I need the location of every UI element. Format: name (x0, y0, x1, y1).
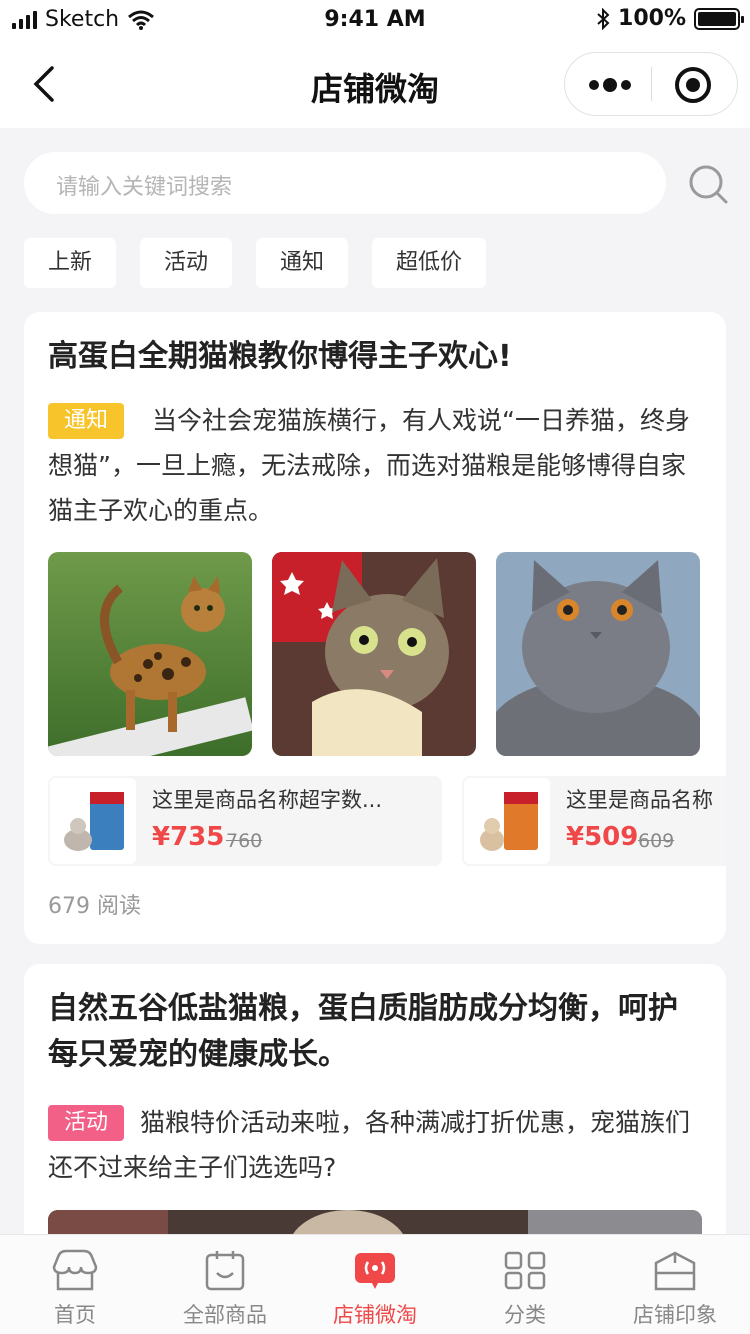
tab-store-impression[interactable]: 店铺印象 (600, 1235, 750, 1334)
bag-icon (205, 1251, 245, 1291)
product-name: 这里是商品名称超字数... (152, 788, 383, 812)
status-bar: Sketch 9:41 AM 100% (0, 0, 750, 40)
read-count: 679 阅读 (48, 894, 141, 919)
tab-home[interactable]: 首页 (0, 1235, 150, 1334)
product-card[interactable]: 这里是商品名称 ¥509 609 (462, 776, 726, 866)
battery-icon (694, 7, 744, 30)
store-icon (52, 1249, 98, 1291)
battery-percent: 100% (618, 6, 686, 31)
cat-photo-bengal[interactable] (48, 552, 252, 756)
tag-low-price[interactable]: 超低价 (372, 238, 487, 288)
cat-photo-british-shorthair[interactable] (496, 552, 700, 756)
tab-bar: 首页 全部商品 店铺微淘 分类 店铺印象 (0, 1234, 750, 1334)
tab-label: 店铺印象 (633, 1303, 717, 1327)
post-desc-text: 猫粮特价活动来啦，各种满减打折优惠，宠猫族们还不过来给主子们选选吗? (48, 1108, 691, 1182)
post-title: 高蛋白全期猫粮教你博得主子欢心! (48, 339, 512, 374)
tab-all-products[interactable]: 全部商品 (150, 1235, 300, 1334)
cat-photo-tabby[interactable] (272, 552, 476, 756)
search-icon[interactable] (686, 162, 730, 206)
miniprogram-capsule (564, 52, 738, 116)
store-impression-icon (654, 1251, 696, 1291)
tag-notice[interactable]: 通知 (256, 238, 349, 288)
tab-store-feed[interactable]: 店铺微淘 (300, 1235, 450, 1334)
capsule-divider (651, 67, 652, 101)
product-price: ¥509 (566, 822, 639, 852)
category-icon (504, 1251, 546, 1290)
product-name: 这里是商品名称 (566, 788, 713, 812)
product-card[interactable]: 这里是商品名称超字数... ¥735 760 (48, 776, 442, 866)
tag-activity[interactable]: 活动 (140, 238, 233, 288)
post-photos (48, 552, 700, 756)
product-price: ¥735 (152, 822, 225, 852)
product-original-price: 609 (638, 830, 675, 852)
bluetooth-icon (597, 7, 610, 30)
product-original-price: 760 (226, 830, 263, 852)
close-miniprogram-icon[interactable] (675, 67, 711, 103)
tag-new[interactable]: 上新 (24, 238, 117, 288)
status-right: 100% (596, 6, 744, 31)
tab-label: 全部商品 (183, 1303, 267, 1327)
cat-food-thumbnail (50, 778, 136, 864)
tab-label: 首页 (54, 1303, 96, 1327)
post-description: 通知 当今社会宠猫族横行，有人戏说“一日养猫，终身想猫”，一旦上瘾，无法戒除，而选… (48, 398, 702, 533)
broadcast-icon (355, 1253, 395, 1289)
post-card[interactable]: 高蛋白全期猫粮教你博得主子欢心! 通知 当今社会宠猫族横行，有人戏说“一日养猫，终… (24, 312, 726, 944)
nav-bar: 店铺微淘 (0, 40, 750, 128)
product-list: 这里是商品名称超字数... ¥735 760 这里是商品名称 ¥509 609 (48, 776, 726, 866)
search-placeholder: 请输入关键词搜索 (56, 175, 233, 200)
notice-badge: 通知 (48, 403, 125, 439)
filter-tags: 上新 活动 通知 超低价 (24, 238, 487, 288)
post-card[interactable]: 自然五谷低盐猫粮，蛋白质脂肪成分均衡，呵护每只爱宠的健康成长。 活动 猫粮特价活动… (24, 964, 726, 1264)
tab-category[interactable]: 分类 (450, 1235, 600, 1334)
tab-label: 分类 (504, 1303, 546, 1327)
post-desc-text: 当今社会宠猫族横行，有人戏说“一日养猫，终身想猫”，一旦上瘾，无法戒除，而选对猫… (48, 406, 690, 525)
post-description: 活动 猫粮特价活动来啦，各种满减打折优惠，宠猫族们还不过来给主子们选选吗? (48, 1100, 702, 1190)
more-dots-icon[interactable] (565, 53, 651, 115)
search-input[interactable]: 请输入关键词搜索 (24, 152, 666, 214)
post-title: 自然五谷低盐猫粮，蛋白质脂肪成分均衡，呵护每只爱宠的健康成长。 (48, 991, 678, 1072)
cat-food-thumbnail (464, 778, 550, 864)
tab-label: 店铺微淘 (333, 1303, 417, 1327)
activity-badge: 活动 (48, 1105, 125, 1141)
